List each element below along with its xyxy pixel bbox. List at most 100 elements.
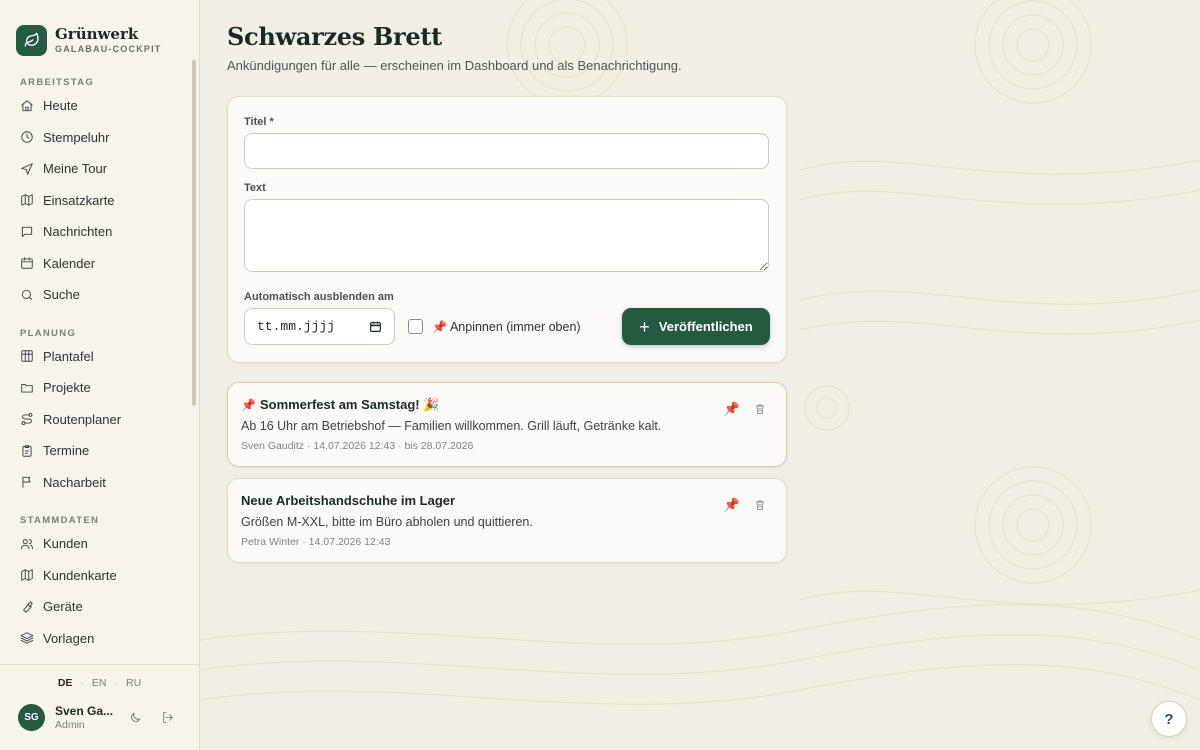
sidebar-item-label: Geräte [43,599,83,615]
brand-subtitle: GALABAU-COCKPIT [55,44,162,54]
date-placeholder: tt.mm.jjjj [257,319,336,334]
sidebar-item-kundenkarte[interactable]: Kundenkarte [0,560,189,592]
publish-button[interactable]: + Veröffentlichen [622,308,770,345]
trash-icon [755,500,765,510]
search-icon [21,289,33,300]
publish-label: Veröffentlichen [658,319,753,334]
announcement-form: Titel * Text Automatisch ausblenden am t… [227,96,787,363]
page-subtitle: Ankündigungen für alle — erscheinen im D… [227,58,682,73]
users-icon [20,538,34,549]
logout-button[interactable] [153,703,181,731]
sidebar-nav: ARBEITSTAG Heute Stempeluhr Meine Tour E… [0,66,189,654]
sidebar-item-meine-tour[interactable]: Meine Tour [0,153,189,185]
language-de[interactable]: DE [58,677,73,689]
sidebar-item-kunden[interactable]: Kunden [0,528,189,560]
sidebar-item-projekte[interactable]: Projekte [0,372,189,404]
post-actions: 📌 [724,497,768,513]
sidebar-item-kalender[interactable]: Kalender [0,248,189,280]
text-textarea[interactable] [244,199,769,272]
help-button[interactable]: ? [1151,701,1187,737]
page-title: Schwarzes Brett [227,22,442,51]
sidebar-item-label: Termine [43,443,90,459]
home-icon [21,100,33,111]
clock-icon [21,131,33,143]
sidebar-scrollbar[interactable] [192,60,196,406]
post-actions: 📌 [724,401,768,417]
sidebar-item-plantafel[interactable]: Plantafel [0,341,189,373]
post-title-text: Sommerfest am Samstag! 🎉 [259,397,440,412]
section-title-planung: PLANUNG [20,327,77,339]
calendar-icon [21,257,33,269]
title-label: Titel * [244,116,274,128]
sidebar-item-stempeluhr[interactable]: Stempeluhr [0,122,189,154]
post-body: Größen M-XXL, bitte im Büro abholen und … [241,515,533,529]
delete-button[interactable] [752,497,768,513]
sidebar-item-routenplaner[interactable]: Routenplaner [0,404,189,436]
pin-label: Anpinnen (immer oben) [449,319,581,334]
dark-mode-button[interactable] [121,703,149,731]
grid-icon [21,350,33,362]
sidebar-item-label: Einsatzkarte [43,192,115,208]
moon-icon [130,712,140,722]
flag-icon [22,477,31,488]
post-meta: Sven Gauditz · 14.07.2026 12:43 · bis 28… [241,440,474,452]
sidebar: Grünwerk GALABAU-COCKPIT ARBEITSTAG Heut… [0,0,200,750]
sidebar-item-nachrichten[interactable]: Nachrichten [0,216,189,248]
sidebar-footer: DE · EN · RU SG Sven Ga... Admin [0,664,199,750]
sidebar-item-label: Nacharbeit [43,474,106,490]
title-input[interactable] [244,133,769,169]
sidebar-item-label: Projekte [43,380,91,396]
calendar-icon[interactable] [369,320,382,333]
sidebar-item-geraete[interactable]: Geräte [0,591,189,623]
pin-checkbox-row[interactable]: 📌 Anpinnen (immer oben) [408,319,581,334]
language-en[interactable]: EN [92,677,107,689]
post-body: Ab 16 Uhr am Betriebshof — Familien will… [241,419,662,433]
sidebar-item-label: Stempeluhr [43,129,110,145]
sidebar-item-suche[interactable]: Suche [0,279,189,311]
brand-name: Grünwerk [55,25,139,43]
user-panel: SG Sven Ga... Admin [0,703,199,731]
brand[interactable]: Grünwerk GALABAU-COCKPIT [0,0,199,64]
main-content: Schwarzes Brett Ankündigungen für alle —… [200,0,1200,750]
avatar[interactable]: SG [18,703,45,731]
wrench-icon [23,601,33,613]
clipboard-icon [22,445,32,457]
pushpin-icon: 📌 [432,319,447,334]
sidebar-item-heute[interactable]: Heute [0,90,189,122]
sidebar-item-termine[interactable]: Termine [0,435,189,467]
sidebar-item-label: Nachrichten [43,224,113,240]
app: Grünwerk GALABAU-COCKPIT ARBEITSTAG Heut… [0,0,1200,750]
language-ru[interactable]: RU [126,677,141,689]
sidebar-item-label: Heute [43,98,78,114]
sidebar-item-vorlagen[interactable]: Vorlagen [0,623,189,655]
sidebar-item-label: Kundenkarte [43,567,117,583]
post-meta: Petra Winter · 14.07.2026 12:43 [241,536,391,548]
logout-icon [162,711,173,723]
hide-date-label: Automatisch ausblenden am [244,291,394,303]
section-title-arbeitstag: ARBEITSTAG [20,77,95,88]
map-icon [21,569,33,581]
sidebar-item-nacharbeit[interactable]: Nacharbeit [0,467,189,499]
post-title: 📌 Sommerfest am Samstag! 🎉 [241,397,439,413]
trash-icon [755,404,765,414]
sidebar-item-label: Suche [43,287,80,303]
text-label: Text [244,182,266,194]
delete-button[interactable] [752,401,768,417]
section-title-stammdaten: STAMMDATEN [20,515,100,526]
sidebar-item-label: Plantafel [43,348,94,364]
sidebar-item-label: Kalender [43,255,96,271]
map-icon [21,194,33,206]
pin-toggle-button[interactable]: 📌 [724,401,740,417]
pin-checkbox[interactable] [408,319,423,334]
hide-date-input[interactable]: tt.mm.jjjj [244,308,395,345]
post-card: 📌 Sommerfest am Samstag! 🎉 Ab 16 Uhr am … [227,382,787,467]
message-icon [21,226,33,237]
pin-toggle-button[interactable]: 📌 [724,497,740,513]
sidebar-item-einsatzkarte[interactable]: Einsatzkarte [0,185,189,217]
plus-icon: + [639,316,650,337]
route-icon [21,413,33,426]
pushpin-icon: 📌 [241,398,256,412]
post-title-text: Neue Arbeitshandschuhe im Lager [241,493,456,508]
sidebar-item-label: Routenplaner [43,411,122,427]
navigation-icon [21,163,33,175]
